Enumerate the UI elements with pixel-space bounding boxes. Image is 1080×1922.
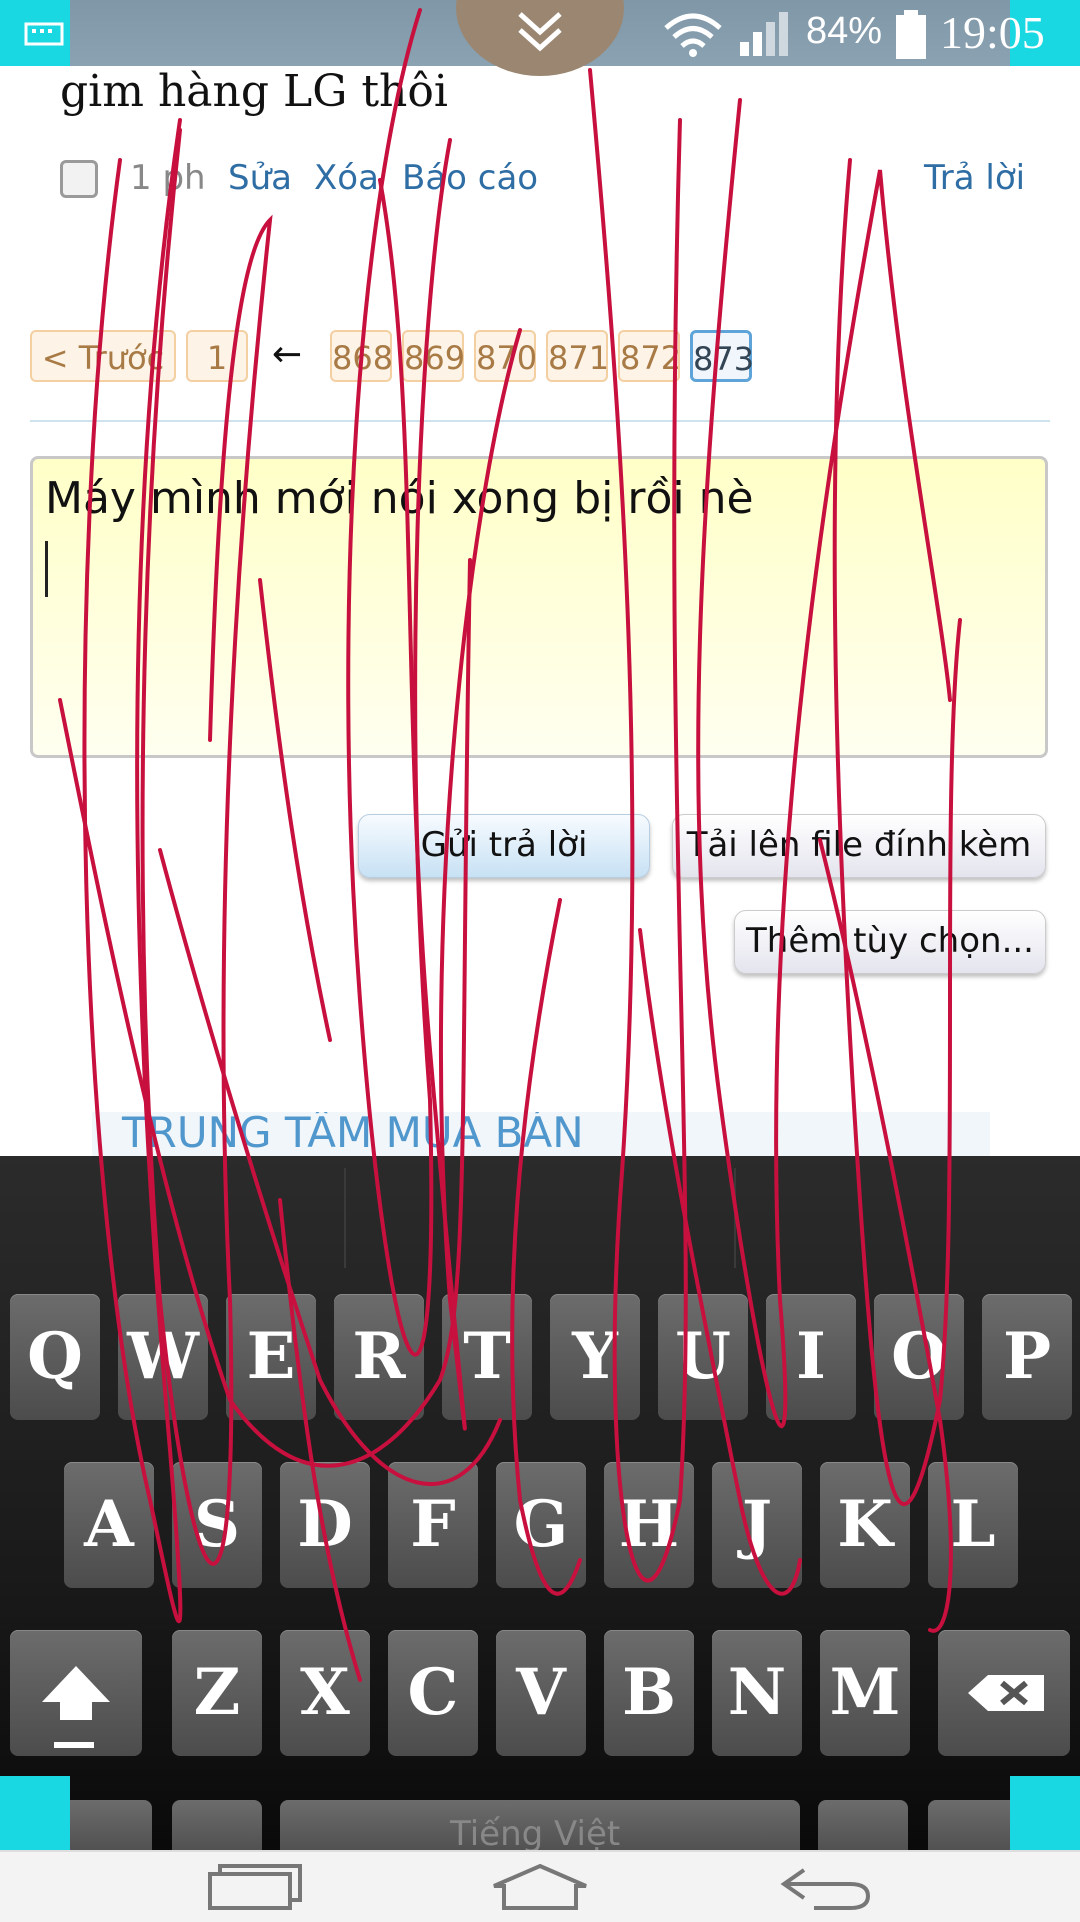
post-text: gim hàng LG thôi — [60, 66, 448, 117]
section-title: TRUNG TÂM MUA BÁN — [122, 1112, 584, 1156]
space-key-label: Tiếng Việt — [450, 1814, 621, 1854]
key-m[interactable]: M — [820, 1630, 910, 1756]
back-icon[interactable] — [774, 1862, 874, 1912]
backspace-icon — [968, 1675, 1044, 1711]
key-k[interactable]: K — [820, 1462, 910, 1588]
reply-textarea[interactable]: Máy mình mới nói xong bị rồi nè — [30, 456, 1048, 758]
key-l[interactable]: L — [928, 1462, 1018, 1588]
more-options-button[interactable]: Thêm tùy chọn... — [734, 910, 1046, 974]
key-b[interactable]: B — [604, 1630, 694, 1756]
battery-percent: 84% — [806, 10, 883, 52]
suggestion-separator — [734, 1168, 736, 1268]
key-t[interactable]: T — [442, 1294, 532, 1420]
battery-icon — [896, 10, 926, 59]
key-j[interactable]: J — [712, 1462, 802, 1588]
recent-apps-icon[interactable] — [206, 1862, 306, 1912]
backspace-key[interactable] — [938, 1630, 1070, 1756]
post-time: 1 ph — [130, 158, 206, 198]
report-link[interactable]: Báo cáo — [402, 158, 538, 198]
shift-key[interactable] — [10, 1630, 142, 1756]
prev-page-button[interactable]: < Trước — [30, 330, 176, 382]
page-button[interactable]: 872 — [618, 330, 681, 382]
key-h[interactable]: H — [604, 1462, 694, 1588]
key-u[interactable]: U — [658, 1294, 748, 1420]
key-e[interactable]: E — [226, 1294, 316, 1420]
send-reply-button[interactable]: Gửi trả lời — [358, 814, 650, 878]
wifi-icon — [664, 13, 722, 57]
upload-attachment-button[interactable]: Tải lên file đính kèm — [672, 814, 1046, 878]
page-button[interactable]: 870 — [474, 330, 537, 382]
key-a[interactable]: A — [64, 1462, 154, 1588]
suggestion-separator — [344, 1168, 346, 1268]
key-f[interactable]: F — [388, 1462, 478, 1588]
key-d[interactable]: D — [280, 1462, 370, 1588]
key-v[interactable]: V — [496, 1630, 586, 1756]
first-page-button[interactable]: 1 — [186, 330, 248, 382]
signal-icon — [740, 12, 788, 56]
key-y[interactable]: Y — [550, 1294, 640, 1420]
shift-indicator — [54, 1742, 94, 1748]
corner-accent-bottom-right — [1010, 1776, 1080, 1850]
text-caret — [45, 541, 48, 597]
pagination-arrow: ← — [272, 334, 303, 375]
key-n[interactable]: N — [712, 1630, 802, 1756]
keyboard-icon — [24, 22, 64, 46]
delete-link[interactable]: Xóa — [314, 158, 379, 198]
key-q[interactable]: Q — [10, 1294, 100, 1420]
home-icon[interactable] — [490, 1862, 590, 1912]
key-x[interactable]: X — [280, 1630, 370, 1756]
current-page-button[interactable]: 873 — [690, 330, 754, 382]
section-banner: TRUNG TÂM MUA BÁN — [92, 1112, 990, 1156]
key-c[interactable]: C — [388, 1630, 478, 1756]
key-o[interactable]: O — [874, 1294, 964, 1420]
page-button[interactable]: 871 — [546, 330, 609, 382]
divider — [30, 420, 1050, 422]
page-button[interactable]: 868 — [330, 330, 393, 382]
key-g[interactable]: G — [496, 1462, 586, 1588]
collapse-chevron-icon[interactable] — [512, 8, 568, 56]
key-p[interactable]: P — [982, 1294, 1072, 1420]
key-i[interactable]: I — [766, 1294, 856, 1420]
key-s[interactable]: S — [172, 1462, 262, 1588]
key-z[interactable]: Z — [172, 1630, 262, 1756]
select-post-checkbox[interactable] — [60, 160, 98, 198]
clock: 19:05 — [940, 7, 1045, 58]
reply-textarea-value: Máy mình mới nói xong bị rồi nè — [45, 473, 754, 524]
navigation-bar — [0, 1850, 1080, 1922]
page-button[interactable]: 869 — [402, 330, 465, 382]
shift-arrow-icon — [42, 1666, 110, 1720]
key-w[interactable]: W — [118, 1294, 208, 1420]
key-r[interactable]: R — [334, 1294, 424, 1420]
reply-link[interactable]: Trả lời — [924, 158, 1025, 198]
corner-accent-bottom-left — [0, 1776, 70, 1850]
edit-link[interactable]: Sửa — [228, 158, 292, 198]
